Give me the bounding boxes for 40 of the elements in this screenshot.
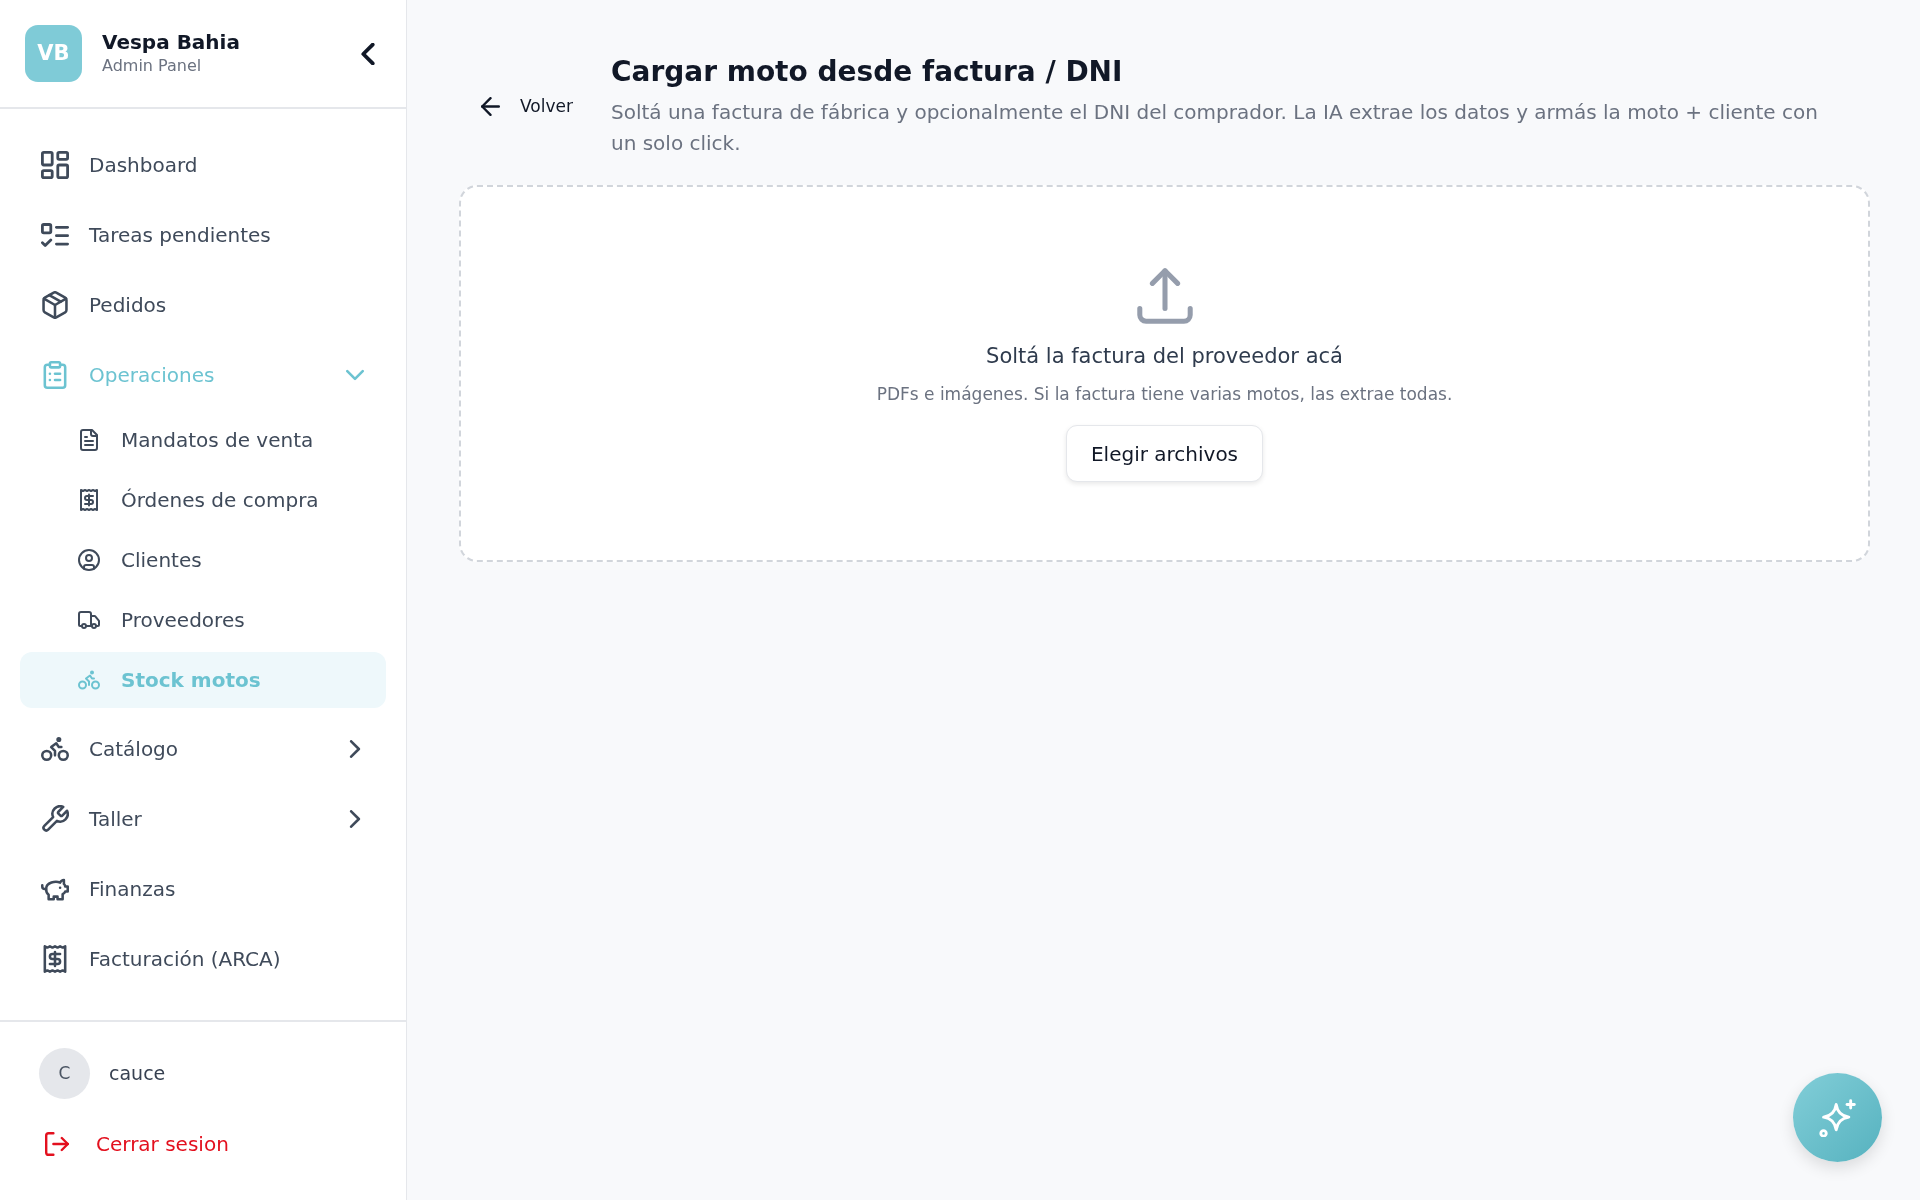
nav-item[interactable]: Pedidos [20,276,386,333]
dashboard-grid-icon [41,150,69,179]
nav-subitem[interactable]: Mandatos de venta [20,411,386,468]
clipboard-list-icon [41,360,69,389]
page-title: Cargar moto desde factura / DNI [610,54,1124,89]
brand-subtitle: Admin Panel [102,55,203,77]
bicycle-icon [78,668,100,691]
nav-item[interactable]: Tareas pendientes [20,206,386,263]
user-avatar: C [39,1048,90,1099]
receipt-dollar-icon [78,488,100,511]
nav-item[interactable]: Dashboard [20,136,386,193]
sparkle-icon [1818,1098,1857,1137]
receipt-dollar-icon [41,945,69,973]
user-circle-icon [78,548,100,571]
nav-item[interactable]: Facturación (ARCA) [20,930,386,988]
wrench-icon [41,805,69,833]
logout-icon [45,1132,69,1156]
upload-icon [1136,268,1193,324]
logo-tile: VB [25,25,82,82]
bicycle-icon [41,735,69,763]
truck-icon [78,608,100,631]
checklist-icon [41,220,69,249]
choose-files-button[interactable]: Elegir archivos [1065,425,1264,482]
back-button[interactable]: Volver [459,85,595,128]
nav-item[interactable]: Taller [20,790,386,848]
package-icon [41,290,69,319]
nav-subitem[interactable]: Proveedores [20,591,386,648]
dropzone[interactable]: Soltá la factura del proveedor acá PDFs e imágenes. Si la factura tiene varias motos, las extrae todas. Elegir archivos [459,185,1870,562]
nav-subitem[interactable]: Órdenes de compra [20,471,386,528]
nav-subitem[interactable]: Clientes [20,531,386,588]
chevron-left-icon[interactable] [361,42,375,65]
dropzone-hint: PDFs e imágenes. Si la factura tiene varias motos, las extrae todas. [876,383,1453,406]
nav-item[interactable]: Finanzas [20,860,386,918]
dropzone-title: Soltá la factura del proveedor acá [986,343,1343,370]
page-description: Soltá una factura de fábrica y opcionalmente el DNI del comprador. La IA extrae los datos y armás la moto + cliente con un solo click. [610,99,1819,157]
nav-item[interactable]: Catálogo [20,720,386,778]
logout-link[interactable]: Cerrar sesion [45,1129,229,1159]
brand-name: Vespa Bahia [102,30,240,56]
document-icon [78,428,100,451]
user-name: cauce [109,1061,166,1087]
